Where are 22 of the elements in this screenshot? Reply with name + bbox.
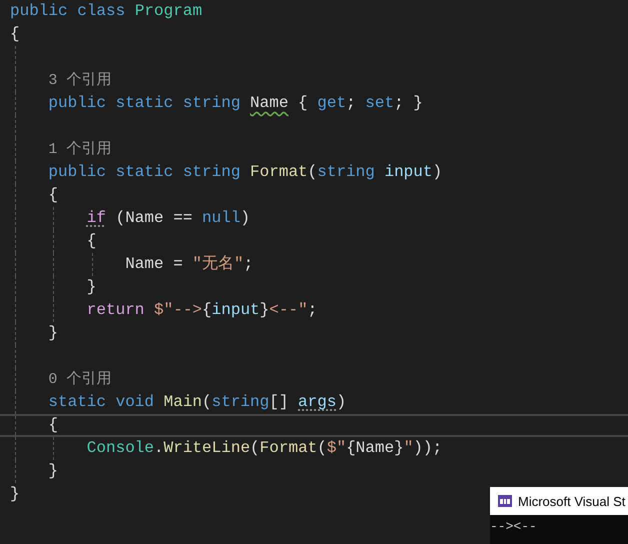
window-title: Microsoft Visual St	[518, 494, 626, 508]
code-line: }	[10, 485, 20, 503]
code-line: public static string Format(string input)	[48, 163, 442, 181]
code-line: return $"-->{input}<--";	[86, 301, 318, 319]
code-line: {	[86, 232, 96, 250]
code-line: public static string Name { get; set; }	[48, 94, 423, 112]
code-line: {	[48, 186, 58, 204]
code-line: }	[86, 278, 96, 296]
codelens-link[interactable]: 1 个引用	[48, 141, 112, 158]
codelens-link[interactable]: 0 个引用	[48, 371, 112, 388]
code-line: }	[48, 324, 58, 342]
code-line: }	[48, 462, 58, 480]
code-line: {	[10, 25, 20, 43]
code-line: {	[48, 416, 58, 434]
code-line: if (Name == null)	[86, 209, 250, 227]
console-icon	[498, 495, 512, 507]
code-line: Console.WriteLine(Format($"{Name}"));	[86, 439, 442, 457]
code-line: public class Program	[10, 2, 202, 20]
code-line: Name = "无名";	[125, 255, 254, 273]
console-output: --><--	[490, 519, 537, 534]
code-line: static void Main(string[] args)	[48, 393, 346, 411]
codelens-link[interactable]: 3 个引用	[48, 72, 112, 89]
